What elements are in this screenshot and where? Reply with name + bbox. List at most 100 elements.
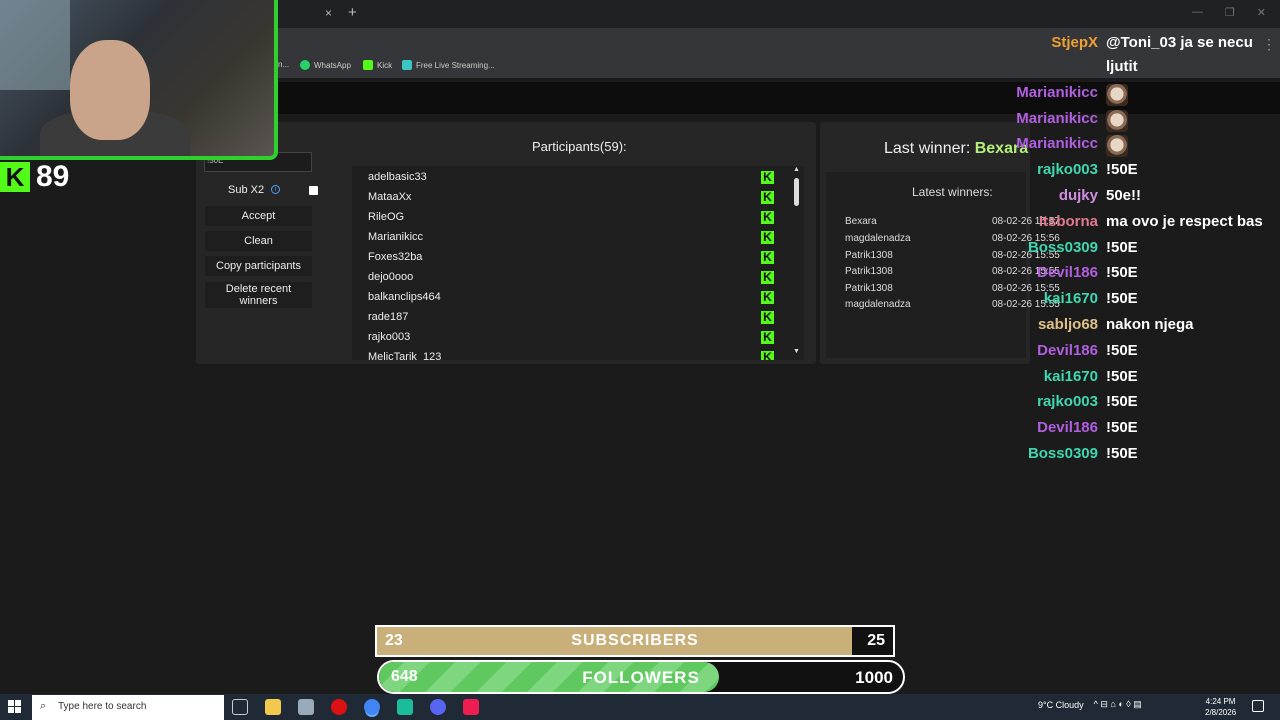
- chat-username[interactable]: Itsborna: [1039, 213, 1098, 230]
- chat-username[interactable]: StjepX: [1051, 34, 1098, 51]
- participant-item: RileOG: [368, 211, 405, 223]
- participants-title: Participants(59):: [532, 139, 627, 154]
- participants-list[interactable]: adelbasic33 MataaXx RileOG Marianikicc F…: [352, 166, 804, 360]
- participant-item: dejo0ooo: [368, 271, 414, 283]
- kick-icon: [363, 60, 373, 70]
- winner-name: magdalenadza: [845, 233, 911, 244]
- scroll-down-icon[interactable]: ▼: [793, 348, 800, 355]
- winner-name: magdalenadza: [845, 299, 911, 310]
- participant-item: Foxes32ba: [368, 251, 423, 263]
- bookmark-item[interactable]: n...: [278, 60, 289, 69]
- latest-winners-title: Latest winners:: [912, 185, 993, 199]
- task-view-icon[interactable]: [232, 699, 248, 715]
- kick-icon: K: [761, 231, 774, 244]
- chat-username[interactable]: dujky: [1059, 187, 1098, 204]
- delete-recent-winners-button[interactable]: Delete recent winners: [205, 282, 312, 308]
- kick-logo-icon: K: [0, 162, 30, 192]
- kick-icon: K: [761, 311, 774, 324]
- copy-participants-button[interactable]: Copy participants: [205, 256, 312, 276]
- system-tray: 9°C Cloudy ^ ⊟ ⌂ ◐ ◊ ▤: [1038, 699, 1142, 710]
- bookmark-free-live-streaming[interactable]: Free Live Streaming...: [402, 60, 495, 70]
- discord-icon[interactable]: [430, 699, 446, 715]
- participant-item: balkanclips464: [368, 291, 441, 303]
- chat-emote-icon: [1106, 83, 1128, 106]
- chat-username[interactable]: Boss0309: [1028, 445, 1098, 462]
- participant-item: Marianikicc: [368, 231, 424, 243]
- participants-scrollbar[interactable]: ▲ ▼: [792, 166, 802, 360]
- sub-x2-label: Sub X2: [228, 184, 265, 196]
- chat-username[interactable]: Boss0309: [1028, 239, 1098, 256]
- chat-username[interactable]: Devil186: [1037, 342, 1098, 359]
- scrollbar-thumb[interactable]: [794, 178, 799, 206]
- app-icon[interactable]: [298, 699, 314, 715]
- subscribers-label: SUBSCRIBERS: [571, 632, 699, 649]
- streaming-app-icon[interactable]: [397, 699, 413, 715]
- chat-username[interactable]: kai1670: [1044, 368, 1098, 385]
- last-winner-label: Last winner:: [884, 140, 971, 157]
- notification-icon[interactable]: [1252, 700, 1264, 712]
- chat-message: ma ovo je respect bas: [1106, 212, 1263, 230]
- webcam-feed: [0, 0, 278, 160]
- clean-button[interactable]: Clean: [205, 231, 312, 251]
- accept-button[interactable]: Accept: [205, 206, 312, 226]
- opera-icon[interactable]: [331, 699, 347, 715]
- winner-name: Patrik1308: [845, 283, 893, 294]
- followers-goal-bar: 648 FOLLOWERS 1000: [377, 660, 905, 694]
- chat-emote-icon: [1106, 109, 1128, 132]
- windows-start-icon[interactable]: [8, 700, 22, 714]
- chat-username[interactable]: Devil186: [1037, 264, 1098, 281]
- winner-name: Bexara: [845, 216, 877, 227]
- chat-username[interactable]: Marianikicc: [1016, 135, 1098, 152]
- chat-username[interactable]: rajko003: [1037, 161, 1098, 178]
- chat-menu-icon[interactable]: ⋮: [1262, 36, 1276, 53]
- taskbar-search-input[interactable]: ⌕ Type here to search: [32, 695, 224, 720]
- kick-icon: K: [761, 271, 774, 284]
- participant-item: rade187: [368, 311, 409, 323]
- chat-username[interactable]: sabljo68: [1038, 316, 1098, 333]
- sub-x2-checkbox[interactable]: [309, 186, 318, 195]
- new-tab-button[interactable]: +: [348, 4, 357, 21]
- clock-date: 2/8/2026: [1205, 708, 1237, 717]
- kick-icon: K: [761, 211, 774, 224]
- clock-time: 4:24 PM: [1205, 697, 1236, 706]
- chat-username[interactable]: kai1670: [1044, 290, 1098, 307]
- participant-item: MataaXx: [368, 191, 412, 203]
- chat-username[interactable]: Devil186: [1037, 419, 1098, 436]
- minimize-button[interactable]: —: [1192, 6, 1203, 19]
- chat-username[interactable]: Marianikicc: [1016, 84, 1098, 101]
- chat-message: 50e!!: [1106, 187, 1142, 204]
- info-icon[interactable]: i: [271, 185, 280, 194]
- tab-close-icon[interactable]: ×: [325, 6, 332, 20]
- bookmark-kick[interactable]: Kick: [363, 60, 392, 70]
- tray-icons[interactable]: ^ ⊟ ⌂ ◐ ◊ ▤: [1094, 699, 1142, 710]
- chat-message: @Toni_03 ja se necu: [1106, 34, 1253, 51]
- subscribers-goal: 25: [867, 632, 885, 649]
- chat-message-continued: ljutit: [1106, 58, 1138, 75]
- chat-message: !50E: [1106, 341, 1138, 359]
- taskbar-clock[interactable]: 4:24 PM 2/8/2026: [1205, 696, 1236, 718]
- chat-username[interactable]: rajko003: [1037, 393, 1098, 410]
- streaming-icon: [402, 60, 412, 70]
- participant-item: rajko003: [368, 331, 411, 343]
- chat-message: !50E: [1106, 264, 1138, 282]
- close-window-button[interactable]: ✕: [1257, 6, 1266, 19]
- last-winner: Last winner: Bexara: [884, 140, 1028, 158]
- followers-goal: 1000: [855, 668, 893, 687]
- viewer-count-number: 89: [36, 160, 70, 193]
- scroll-up-icon[interactable]: ▲: [793, 166, 800, 173]
- restore-button[interactable]: ❐: [1225, 6, 1235, 19]
- kick-icon: K: [761, 351, 774, 360]
- chrome-icon[interactable]: [364, 699, 380, 715]
- webcam-background: [0, 0, 70, 90]
- file-explorer-icon[interactable]: [265, 699, 281, 715]
- latest-winners-box: [826, 172, 1026, 358]
- weather-widget[interactable]: 9°C Cloudy: [1038, 700, 1084, 710]
- search-icon: ⌕: [40, 700, 47, 712]
- tiktok-icon[interactable]: [463, 699, 479, 715]
- kick-icon: K: [761, 171, 774, 184]
- participant-item: adelbasic33: [368, 171, 427, 183]
- bookmark-whatsapp[interactable]: WhatsApp: [300, 60, 351, 70]
- winner-name: Patrik1308: [845, 250, 893, 261]
- chat-message: !50E: [1106, 393, 1138, 411]
- chat-username[interactable]: Marianikicc: [1016, 110, 1098, 127]
